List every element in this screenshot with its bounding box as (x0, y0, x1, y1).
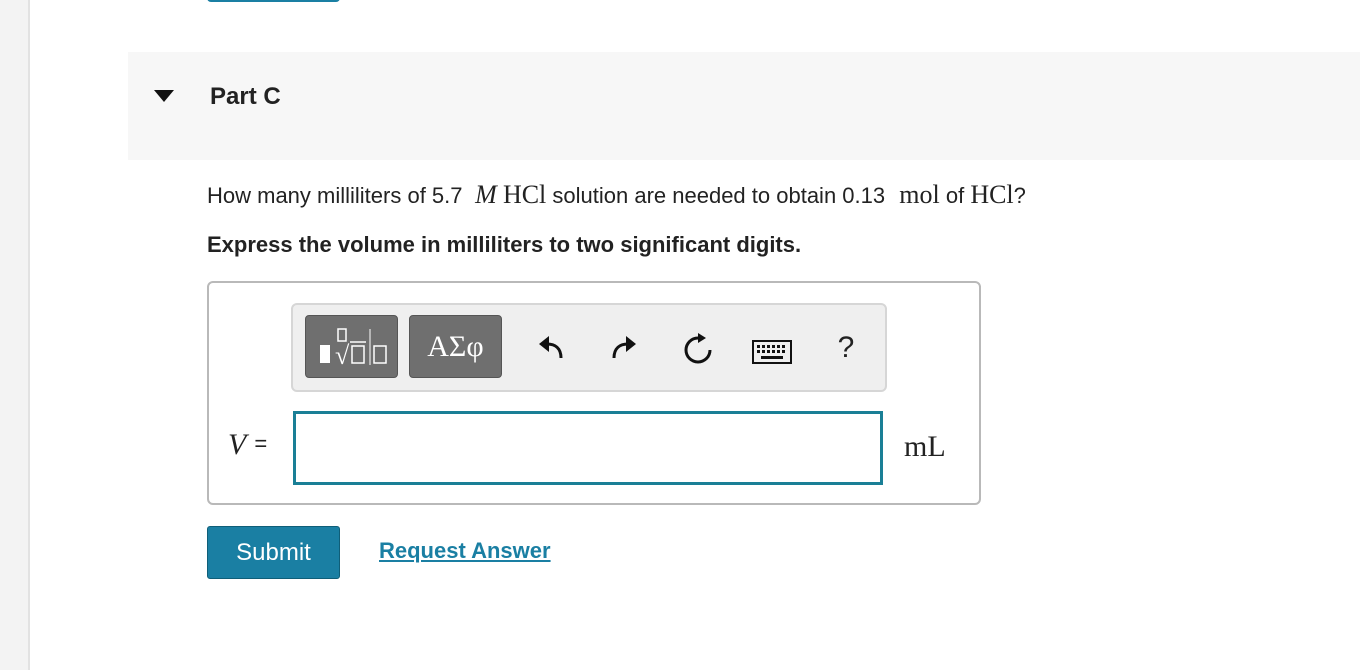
question-of: of (945, 183, 965, 208)
compound-2: HCl (970, 180, 1014, 209)
equals-sign: = (254, 431, 268, 456)
redo-icon (612, 336, 636, 359)
left-rail (0, 0, 30, 670)
part-header[interactable] (128, 52, 1360, 160)
help-button[interactable]: ? (826, 328, 866, 368)
instruction-text: Express the volume in milliliters to two… (207, 232, 802, 257)
request-answer-link[interactable]: Request Answer (379, 538, 551, 564)
greek-symbols-button[interactable]: ΑΣφ (409, 315, 502, 378)
submit-button[interactable]: Submit (207, 526, 340, 579)
variable-name: V (228, 428, 247, 461)
templates-icon: √ (319, 327, 387, 369)
answer-input[interactable] (293, 411, 883, 485)
keyboard-icon (752, 340, 792, 364)
question-suffix: ? (1013, 183, 1026, 208)
mol-unit: mol (899, 180, 940, 209)
templates-button[interactable]: √ (305, 315, 398, 378)
molarity-unit: M (475, 180, 497, 209)
reset-button[interactable] (676, 330, 720, 370)
reset-icon (684, 333, 712, 364)
unit-label: mL (904, 430, 946, 463)
question-text: How many milliliters of 5.7 M HCl soluti… (207, 180, 1026, 210)
compound-1: HCl (502, 180, 547, 209)
keyboard-button[interactable] (750, 337, 794, 367)
part-title: Part C (210, 83, 281, 110)
question-prefix: How many milliliters of 5.7 (207, 183, 463, 208)
collapse-caret-icon[interactable] (154, 90, 174, 102)
svg-text:√: √ (335, 341, 350, 369)
undo-button[interactable] (532, 330, 572, 366)
redo-button[interactable] (603, 330, 643, 366)
question-middle: solution are needed to obtain 0.13 (552, 183, 886, 208)
variable-label: V = (228, 428, 267, 462)
previous-button-edge[interactable] (207, 0, 340, 2)
undo-icon (539, 336, 563, 359)
